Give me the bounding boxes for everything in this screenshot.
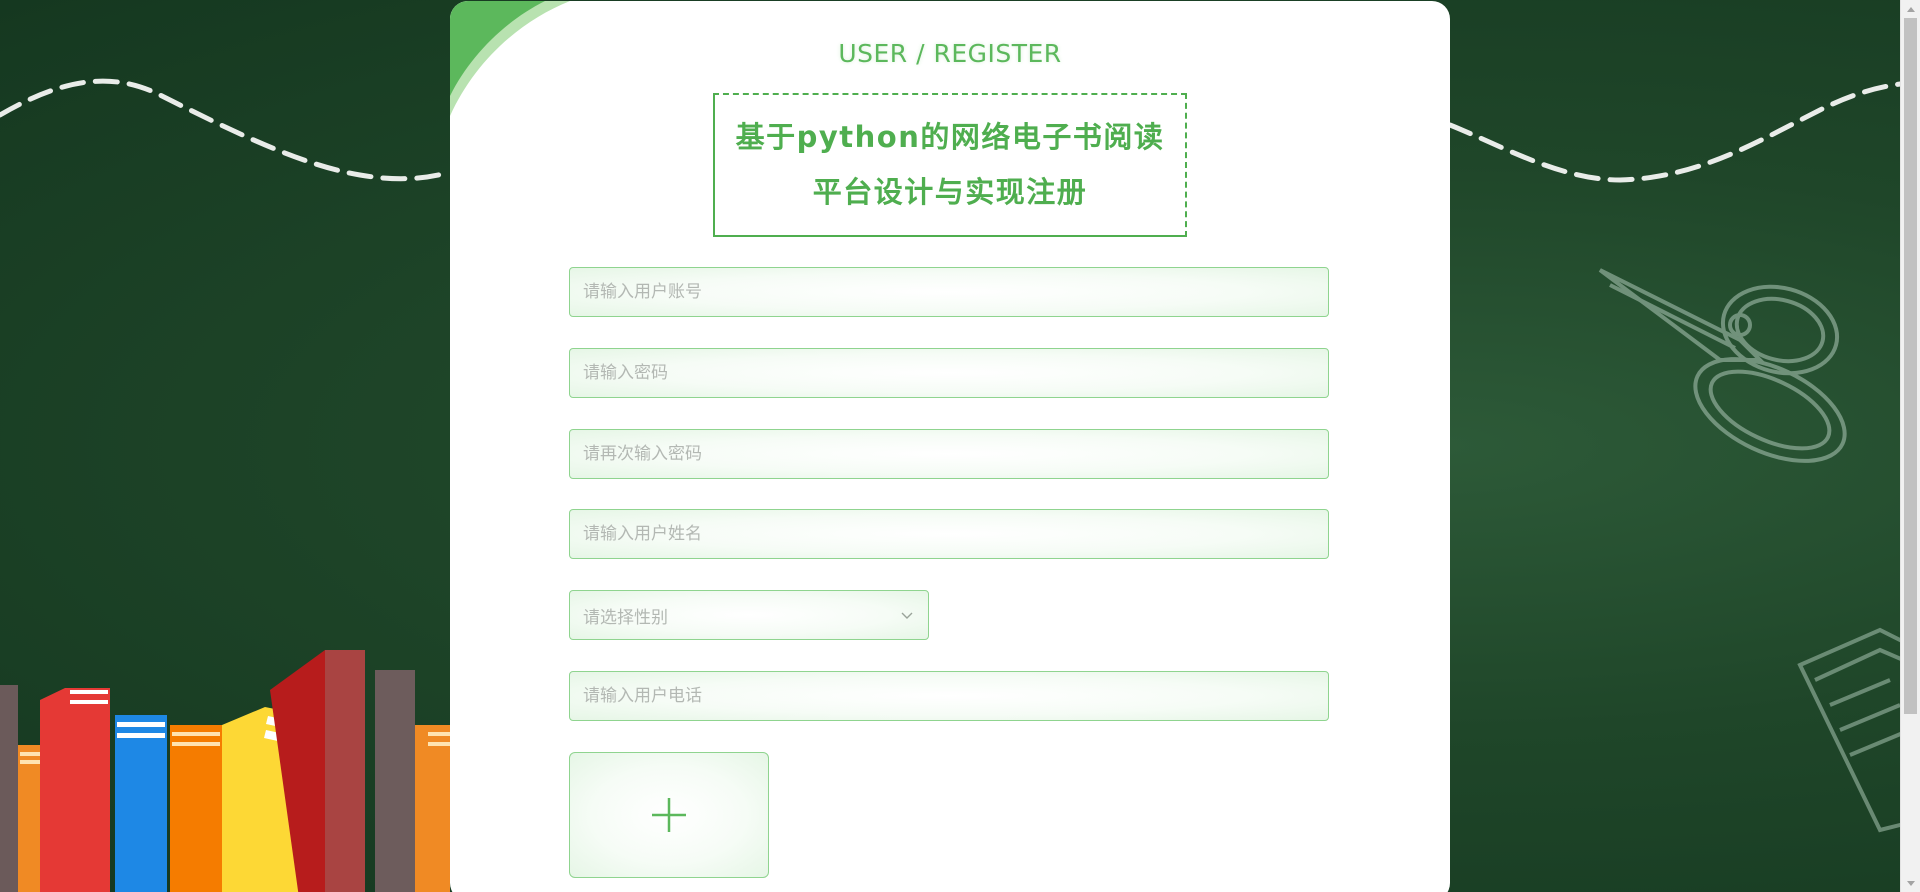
title-line-1: 基于python的网络电子书阅读 [735, 120, 1165, 154]
vertical-scrollbar[interactable] [1900, 0, 1920, 892]
phone-input[interactable] [569, 671, 1329, 721]
scroll-down-arrow-icon[interactable] [1901, 875, 1920, 892]
gender-select[interactable]: 请选择性别 [569, 590, 929, 640]
password-input[interactable] [569, 348, 1329, 398]
corner-decoration [450, 1, 570, 116]
avatar-upload-button[interactable] [569, 752, 769, 878]
chevron-down-icon [901, 612, 913, 619]
books-illustration [0, 650, 450, 892]
confirm-password-input[interactable] [569, 429, 1329, 479]
plus-icon [652, 798, 686, 832]
gender-select-placeholder: 请选择性别 [583, 607, 668, 628]
register-page: USER / REGISTER 基于python的网络电子书阅读 平台设计与实现… [0, 0, 1920, 892]
title-line-2: 平台设计与实现注册 [812, 175, 1088, 209]
scroll-up-arrow-icon[interactable] [1901, 0, 1920, 17]
scroll-thumb[interactable] [1904, 18, 1917, 714]
page-title: 基于python的网络电子书阅读 平台设计与实现注册 [713, 93, 1187, 237]
chalk-wave-right [1447, 79, 1920, 183]
scissors-doodle [1598, 268, 1847, 463]
name-input[interactable] [569, 509, 1329, 559]
register-panel: USER / REGISTER 基于python的网络电子书阅读 平台设计与实现… [450, 1, 1450, 892]
page-subtitle: USER / REGISTER [838, 39, 1062, 68]
account-input[interactable] [569, 267, 1329, 317]
chalk-wave-left [0, 78, 453, 182]
